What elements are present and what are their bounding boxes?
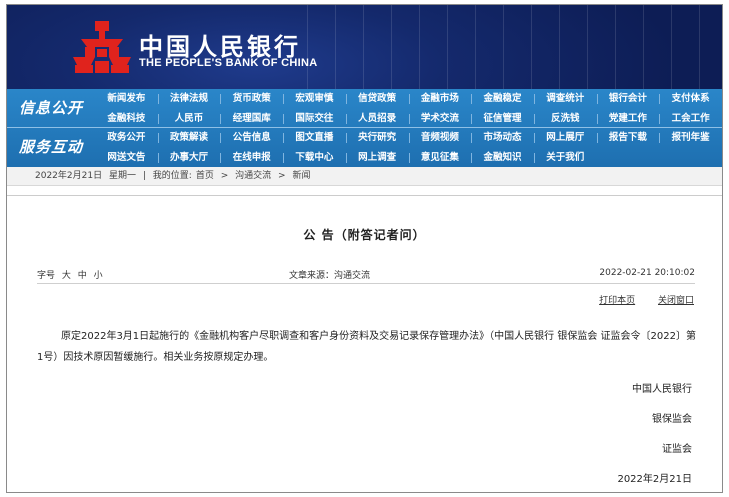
nav-item[interactable]: 国际交往: [283, 109, 346, 129]
nav-item[interactable]: 反洗钱: [533, 109, 597, 129]
nav-item[interactable]: 经理国库: [220, 109, 283, 129]
nav-item[interactable]: 金融知识: [471, 148, 534, 168]
nav-item[interactable]: 金融科技: [95, 109, 158, 129]
breadcrumb-date: 2022年2月21日: [35, 171, 103, 181]
signature-date: 2022年2月21日: [617, 474, 692, 485]
nav-item[interactable]: 银行会计: [596, 89, 660, 109]
article-tools: 打印本页 关闭窗口: [579, 293, 694, 306]
bank-name-en: THE PEOPLE'S BANK OF CHINA: [139, 57, 318, 69]
close-window-link[interactable]: 关闭窗口: [658, 296, 694, 306]
breadcrumb-separator: >: [220, 171, 229, 181]
nav-item[interactable]: 党建工作: [596, 109, 660, 129]
article-meta: 字号 大 中 小 文章来源：沟通交流 2022-02-21 20:10:02: [37, 268, 695, 282]
nav-section-title: 服务互动: [18, 138, 83, 156]
nav-item[interactable]: 工会工作: [659, 109, 722, 129]
signature-pboc: 中国人民银行: [632, 384, 692, 395]
nav-grid: 政务公开 政策解读 公告信息 图文直播 央行研究 音频视频 市场动态 网上展厅 报告下载 报刊年鉴…: [95, 128, 722, 167]
nav-item[interactable]: 政策解读: [157, 128, 221, 148]
nav-item[interactable]: 公告信息: [220, 128, 283, 148]
font-size-large[interactable]: 大: [62, 271, 71, 281]
breadcrumb-divider: |: [142, 171, 146, 181]
breadcrumb-link-news[interactable]: 新闻: [292, 171, 310, 181]
nav-item[interactable]: 金融稳定: [471, 89, 534, 109]
signature-csrc: 证监会: [662, 444, 692, 455]
nav-item[interactable]: 意见征集: [408, 148, 472, 168]
pboc-logo-icon[interactable]: [73, 21, 131, 73]
font-size-medium[interactable]: 中: [78, 271, 87, 281]
nav-grid: 新闻发布 法律法规 货币政策 宏观审慎 信贷政策 金融市场 金融稳定 调查统计 银行会计 支付体系…: [95, 89, 722, 128]
nav-item[interactable]: 货币政策: [220, 89, 283, 109]
nav-item[interactable]: 法律法规: [157, 89, 221, 109]
nav-item[interactable]: 征信管理: [471, 109, 534, 129]
article-title: 公 告（附答记者问）: [303, 228, 426, 242]
breadcrumb-link-communication[interactable]: 沟通交流: [235, 171, 271, 181]
breadcrumb-separator: >: [278, 171, 286, 181]
nav-item[interactable]: 人民币: [157, 109, 221, 129]
print-page-link[interactable]: 打印本页: [599, 296, 635, 306]
nav-item[interactable]: 政务公开: [95, 128, 158, 148]
article-datetime: 2022-02-21 20:10:02: [599, 268, 695, 278]
nav-item[interactable]: 网上展厅: [533, 128, 597, 148]
nav-item[interactable]: 音频视频: [408, 128, 472, 148]
article-container: 公 告（附答记者问） 字号 大 中 小 文章来源：沟通交流 2022-02-21…: [7, 195, 722, 492]
nav-item[interactable]: 新闻发布: [95, 89, 158, 109]
nav-item[interactable]: 学术交流: [408, 109, 472, 129]
nav-item[interactable]: 金融市场: [408, 89, 472, 109]
font-size-selector: 字号 大 中 小: [37, 268, 107, 281]
main-navigation: 信息公开 新闻发布 法律法规 货币政策 宏观审慎 信贷政策 金融市场 金融稳定 调查统计 银行会…: [7, 89, 722, 167]
nav-section-info: 信息公开 新闻发布 法律法规 货币政策 宏观审慎 信贷政策 金融市场 金融稳定 调查统计 银行会…: [7, 89, 722, 128]
nav-item[interactable]: 央行研究: [345, 128, 409, 148]
nav-item[interactable]: 人员招录: [345, 109, 409, 129]
banner-pattern: [307, 5, 722, 89]
breadcrumb-weekday: 星期一: [108, 171, 136, 181]
page-frame: 中国人民银行 THE PEOPLE'S BANK OF CHINA 信息公开 新…: [6, 4, 723, 493]
nav-section-service: 服务互动 政务公开 政策解读 公告信息 图文直播 央行研究 音频视频 市场动态 网上展厅 报告下…: [7, 128, 722, 167]
nav-item[interactable]: 市场动态: [471, 128, 534, 148]
nav-item[interactable]: 报刊年鉴: [659, 128, 722, 148]
nav-item[interactable]: 网送文告: [95, 148, 158, 168]
font-size-label: 字号: [37, 271, 56, 281]
nav-item[interactable]: 宏观审慎: [283, 89, 346, 109]
meta-divider: [37, 283, 695, 284]
breadcrumb: 2022年2月21日 星期一 | 我的位置: 首页 > 沟通交流 > 新闻: [7, 167, 722, 186]
breadcrumb-location-label: 我的位置:: [152, 171, 192, 181]
font-size-small[interactable]: 小: [94, 271, 103, 281]
nav-item[interactable]: 关于我们: [533, 148, 597, 168]
nav-item[interactable]: 报告下载: [596, 128, 660, 148]
nav-item[interactable]: 图文直播: [283, 128, 346, 148]
nav-item[interactable]: 支付体系: [659, 89, 722, 109]
site-banner: 中国人民银行 THE PEOPLE'S BANK OF CHINA: [7, 5, 722, 89]
nav-section-title: 信息公开: [18, 99, 83, 117]
article-body: 原定2022年3月1日起施行的《金融机构客户尽职调查和客户身份资料及交易记录保存…: [37, 331, 696, 363]
nav-item[interactable]: 信贷政策: [345, 89, 409, 109]
breadcrumb-link-home[interactable]: 首页: [196, 171, 214, 181]
nav-item[interactable]: 在线申报: [220, 148, 283, 168]
nav-item[interactable]: 办事大厅: [157, 148, 221, 168]
nav-item[interactable]: 调查统计: [533, 89, 597, 109]
nav-item[interactable]: 下载中心: [283, 148, 346, 168]
article-source: 文章来源：沟通交流: [289, 271, 371, 281]
nav-item[interactable]: 网上调查: [345, 148, 409, 168]
signature-cbirc: 银保监会: [652, 414, 692, 425]
